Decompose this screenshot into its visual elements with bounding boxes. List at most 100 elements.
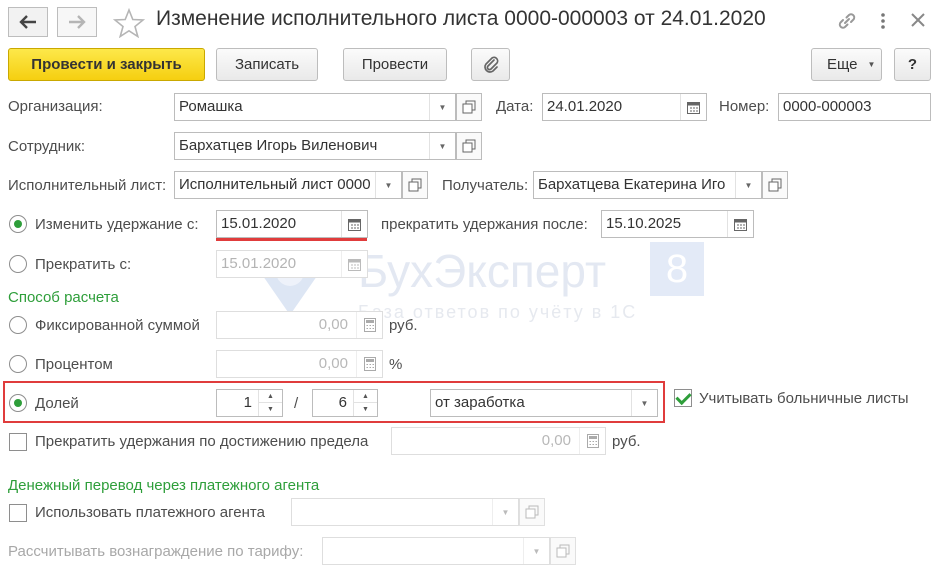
more-actions-button[interactable] [876,11,890,35]
transfer-section-title: Денежный перевод через платежного агента [8,477,320,494]
dropdown-arrow-icon: ▼ [501,507,510,517]
employee-field[interactable]: Бархатцев Игорь Виленович ▼ [174,132,456,160]
stop-from-date-field[interactable]: 15.01.2020 [216,250,368,278]
link-icon [838,13,856,29]
percent-radio[interactable] [9,355,27,373]
tariff-dropdown-button[interactable]: ▼ [523,538,549,564]
writ-dropdown-button[interactable]: ▼ [375,172,401,198]
agent-dropdown-button[interactable]: ▼ [492,499,518,525]
calendar-icon [734,218,747,231]
forward-button[interactable] [57,7,97,37]
writ-field[interactable]: Исполнительный лист 0000 ▼ [174,171,402,199]
share-denominator-spinner[interactable]: ▲ ▼ [353,390,377,416]
limit-checkbox[interactable] [9,433,27,451]
organization-open-button[interactable] [456,93,482,121]
organization-field[interactable]: Ромашка ▼ [174,93,456,121]
share-base-dropdown-button[interactable]: ▼ [631,390,657,416]
close-button[interactable] [909,11,927,33]
employee-dropdown-button[interactable]: ▼ [429,133,455,159]
writ-open-button[interactable] [402,171,428,199]
stop-after-date-value: 15.10.2025 [606,215,682,232]
post-button[interactable]: Провести [343,48,447,81]
limit-label: Прекратить удержания по достижению преде… [35,433,369,450]
number-field[interactable]: 0000-000003 [778,93,931,121]
recipient-open-button[interactable] [762,171,788,199]
open-form-icon [408,178,422,192]
more-menu-button[interactable]: Еще ▼ [811,48,882,81]
tariff-open-button[interactable] [550,537,576,565]
dropdown-arrow-icon: ▼ [438,102,447,112]
open-form-icon [462,100,476,114]
stop-from-date-value: 15.01.2020 [221,255,297,272]
fixed-sum-field[interactable]: 0,00 [216,311,383,339]
change-from-date-field[interactable]: 15.01.2020 [216,210,368,238]
sick-leave-checkbox[interactable] [674,389,692,407]
date-field[interactable]: 24.01.2020 [542,93,707,121]
kebab-menu-icon [881,13,885,29]
agent-select[interactable]: ▼ [291,498,519,526]
recipient-field[interactable]: Бархатцева Екатерина Иго ▼ [533,171,762,199]
share-denominator-value: 6 [338,394,347,411]
agent-open-button[interactable] [519,498,545,526]
open-form-icon [462,139,476,153]
stop-from-radio[interactable] [9,255,27,273]
share-denominator-field[interactable]: 6 ▲ ▼ [312,389,378,417]
tariff-select[interactable]: ▼ [322,537,550,565]
limit-unit: руб. [612,433,641,450]
limit-field[interactable]: 0,00 [391,427,606,455]
share-numerator-spinner[interactable]: ▲ ▼ [258,390,282,416]
percent-calculator-button[interactable] [356,351,382,377]
back-button[interactable] [8,7,48,37]
change-from-radio[interactable] [9,215,27,233]
page-title: Изменение исполнительного листа 0000-000… [156,7,766,30]
fixed-sum-unit: руб. [389,317,418,334]
dropdown-arrow-icon: ▼ [744,180,753,190]
dropdown-arrow-icon: ▼ [438,141,447,151]
link-button[interactable] [836,10,858,36]
date-calendar-button[interactable] [680,94,706,120]
favorite-button[interactable] [112,7,146,42]
paperclip-icon [483,56,498,73]
fixed-sum-label: Фиксированной суммой [35,317,200,334]
stop-after-calendar-button[interactable] [727,211,753,237]
stop-from-calendar-button[interactable] [341,251,367,277]
open-form-icon [768,178,782,192]
writ-value: Исполнительный лист 0000 [179,176,371,193]
use-agent-label: Использовать платежного агента [35,504,265,521]
recipient-dropdown-button[interactable]: ▼ [735,172,761,198]
share-numerator-field[interactable]: 1 ▲ ▼ [216,389,283,417]
recipient-value: Бархатцева Екатерина Иго [538,176,726,193]
use-agent-checkbox[interactable] [9,504,27,522]
share-numerator-value: 1 [243,394,252,411]
post-and-close-button[interactable]: Провести и закрыть [8,48,205,81]
sick-leave-label: Учитывать больничные листы [699,390,909,407]
stop-after-date-field[interactable]: 15.10.2025 [601,210,754,238]
spin-down-icon[interactable]: ▼ [354,403,377,416]
organization-dropdown-button[interactable]: ▼ [429,94,455,120]
watermark-brand: БухЭксперт [358,245,607,297]
percent-field[interactable]: 0,00 [216,350,383,378]
spin-down-icon[interactable]: ▼ [259,403,282,416]
change-from-calendar-button[interactable] [341,211,367,237]
open-form-icon [556,544,570,558]
calculator-icon [363,318,376,332]
employee-open-button[interactable] [456,132,482,160]
share-base-select[interactable]: от заработка ▼ [430,389,658,417]
attach-button[interactable] [471,48,510,81]
spin-up-icon[interactable]: ▲ [259,390,282,403]
star-icon [112,7,146,39]
fixed-sum-radio[interactable] [9,316,27,334]
save-button[interactable]: Записать [216,48,318,81]
organization-label: Организация: [8,98,103,115]
help-button[interactable]: ? [894,48,931,81]
number-label: Номер: [719,98,770,115]
employee-label: Сотрудник: [8,138,86,155]
fixed-sum-calculator-button[interactable] [356,312,382,338]
limit-calculator-button[interactable] [579,428,605,454]
date-label: Дата: [496,98,534,115]
share-radio[interactable] [9,394,27,412]
chevron-down-icon: ▼ [867,60,876,69]
spin-up-icon[interactable]: ▲ [354,390,377,403]
date-value: 24.01.2020 [547,98,623,115]
recipient-label: Получатель: [442,177,529,194]
